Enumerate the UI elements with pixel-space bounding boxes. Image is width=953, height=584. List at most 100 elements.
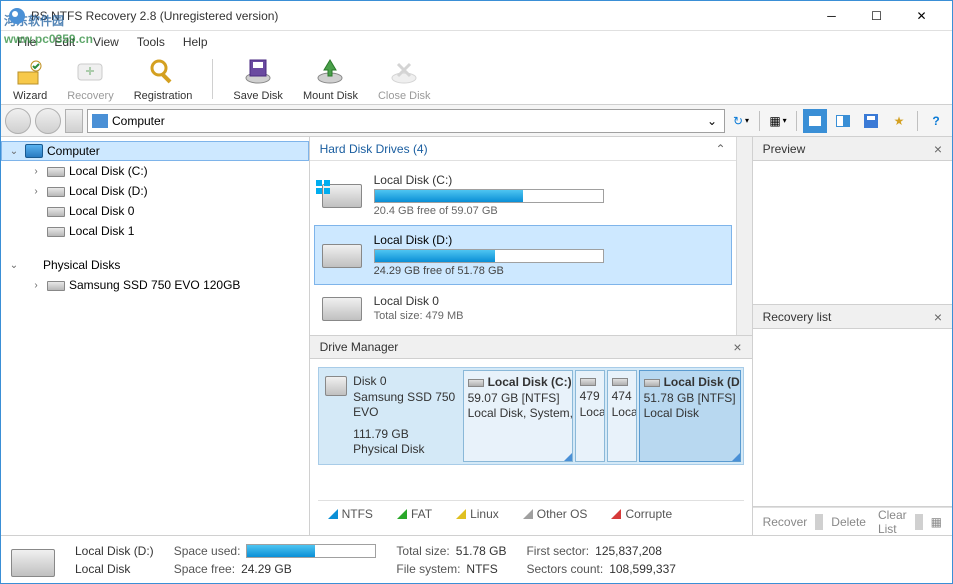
save-disk-button[interactable]: Save Disk — [229, 54, 287, 104]
close-pane-icon[interactable]: × — [934, 141, 942, 157]
tree-physical-disks[interactable]: ⌄ Physical Disks — [1, 255, 309, 275]
partition-small-1[interactable]: 479 Loca — [575, 370, 605, 462]
drive-icon — [47, 167, 65, 177]
tree-local-disk-d[interactable]: › Local Disk (D:) — [1, 181, 309, 201]
wizard-icon — [14, 56, 46, 88]
panel-toggle-2[interactable] — [831, 109, 855, 133]
drive-icon — [322, 293, 362, 323]
status-drive-name: Local Disk (D:) — [75, 544, 154, 558]
registration-button[interactable]: Registration — [130, 54, 197, 104]
legend-fat: FAT — [397, 507, 432, 521]
expand-icon[interactable]: › — [29, 280, 43, 291]
center-panel: Hard Disk Drives (4) ⌃ Local Disk (C:) — [310, 137, 753, 535]
star-button[interactable]: ★ — [887, 109, 911, 133]
space-used-bar — [246, 544, 376, 558]
tree-samsung-ssd[interactable]: › Samsung SSD 750 EVO 120GB — [1, 275, 309, 295]
partition-small-2[interactable]: 474 Loca — [607, 370, 637, 462]
nav-separator — [917, 111, 918, 131]
drive-icon — [47, 281, 65, 291]
menu-tools[interactable]: Tools — [129, 33, 173, 51]
status-drive-type: Local Disk — [75, 562, 130, 576]
menubar: File Edit View Tools Help — [1, 31, 952, 53]
collapse-icon[interactable]: ⌄ — [7, 146, 21, 157]
drives-section-header[interactable]: Hard Disk Drives (4) ⌃ — [310, 137, 736, 161]
chevron-up-icon[interactable]: ⌃ — [716, 142, 726, 156]
menu-view[interactable]: View — [85, 33, 127, 51]
disk-row: Disk 0 Samsung SSD 750 EVO 111.79 GB Phy… — [318, 367, 744, 465]
menu-help[interactable]: Help — [175, 33, 216, 51]
corner-marker — [732, 453, 740, 461]
computer-icon — [92, 114, 108, 128]
help-button[interactable]: ? — [924, 109, 948, 133]
usage-bar — [374, 189, 604, 203]
navbar: Computer ⌄ ↻▾ ▦▾ ★ ? — [1, 105, 952, 137]
recovery-actions: Recover Delete Clear List ▦ — [753, 507, 952, 535]
drive-manager: Disk 0 Samsung SSD 750 EVO 111.79 GB Phy… — [310, 359, 752, 535]
maximize-button[interactable]: ☐ — [854, 2, 899, 30]
window-title: RS NTFS Recovery 2.8 (Unregistered versi… — [31, 9, 809, 23]
recovery-icon — [74, 56, 106, 88]
legend-ntfs: NTFS — [328, 507, 373, 521]
refresh-button[interactable]: ↻▾ — [729, 109, 753, 133]
nav-history-button[interactable] — [65, 109, 83, 133]
wizard-button[interactable]: Wizard — [9, 54, 51, 104]
nav-separator — [759, 111, 760, 131]
drive-icon — [47, 207, 65, 217]
tree-computer[interactable]: ⌄ Computer — [1, 141, 309, 161]
drive-icon — [322, 180, 362, 210]
grid-icon[interactable]: ▦ — [927, 513, 946, 531]
legend: NTFS FAT Linux Other OS Corrupte — [318, 500, 744, 527]
delete-button[interactable]: Delete — [827, 513, 870, 531]
expand-icon[interactable]: › — [29, 166, 43, 177]
tree-local-disk-0[interactable]: Local Disk 0 — [1, 201, 309, 221]
close-disk-button: Close Disk — [374, 54, 435, 104]
statusbar: Local Disk (D:) Local Disk Space used: S… — [1, 535, 952, 583]
close-button[interactable]: ✕ — [899, 2, 944, 30]
drive-icon — [644, 379, 660, 387]
partition-c[interactable]: Local Disk (C:) 59.07 GB [NTFS] Local Di… — [463, 370, 573, 462]
view-options-button[interactable]: ▦▾ — [766, 109, 790, 133]
toolbar: Wizard Recovery Registration Save Disk M… — [1, 53, 952, 105]
address-bar[interactable]: Computer ⌄ — [87, 109, 725, 133]
legend-linux: Linux — [456, 507, 499, 521]
tree-local-disk-1[interactable]: Local Disk 1 — [1, 221, 309, 241]
close-pane-icon[interactable]: × — [733, 339, 741, 355]
nav-back-button[interactable] — [5, 108, 31, 134]
close-pane-icon[interactable]: × — [934, 309, 942, 325]
nav-forward-button[interactable] — [35, 108, 61, 134]
clear-list-button[interactable]: Clear List — [874, 506, 911, 536]
drive-list: Local Disk (C:) 20.4 GB free of 59.07 GB… — [310, 161, 736, 335]
drive-item-0[interactable]: Local Disk 0 Total size: 479 MB — [314, 285, 732, 331]
vertical-scrollbar[interactable] — [736, 137, 752, 335]
tree-local-disk-c[interactable]: › Local Disk (C:) — [1, 161, 309, 181]
titlebar: RS NTFS Recovery 2.8 (Unregistered versi… — [1, 1, 952, 31]
expand-icon[interactable]: › — [29, 186, 43, 197]
app-icon — [9, 8, 25, 24]
registration-icon — [147, 56, 179, 88]
partition-d[interactable]: Local Disk (D:) 51.78 GB [NTFS] Local Di… — [639, 370, 741, 462]
main-area: ⌄ Computer › Local Disk (C:) › Local Dis… — [1, 137, 952, 535]
right-panel: Preview × Recovery list × Recover Delete… — [753, 137, 952, 535]
recover-button[interactable]: Recover — [759, 513, 812, 531]
menu-edit[interactable]: Edit — [46, 33, 83, 51]
toolbar-separator — [212, 59, 213, 99]
collapse-icon[interactable]: ⌄ — [7, 260, 21, 271]
disk-summary[interactable]: Disk 0 Samsung SSD 750 EVO 111.79 GB Phy… — [321, 370, 461, 462]
tree-panel: ⌄ Computer › Local Disk (C:) › Local Dis… — [1, 137, 310, 535]
drive-icon — [580, 378, 596, 386]
mount-disk-button[interactable]: Mount Disk — [299, 54, 362, 104]
minimize-button[interactable]: ─ — [809, 2, 854, 30]
close-disk-icon — [388, 56, 420, 88]
address-dropdown[interactable]: ⌄ — [704, 114, 720, 128]
save-icon-button[interactable] — [859, 109, 883, 133]
legend-corrupted: Corrupte — [611, 507, 672, 521]
drive-icon — [322, 240, 362, 270]
drive-item-d[interactable]: Local Disk (D:) 24.29 GB free of 51.78 G… — [314, 225, 732, 285]
usage-bar — [374, 249, 604, 263]
menu-file[interactable]: File — [9, 33, 44, 51]
corner-marker — [564, 453, 572, 461]
disk-icon — [325, 376, 348, 396]
drive-manager-header: Drive Manager × — [310, 335, 752, 359]
panel-toggle-1[interactable] — [803, 109, 827, 133]
drive-item-c[interactable]: Local Disk (C:) 20.4 GB free of 59.07 GB — [314, 165, 732, 225]
